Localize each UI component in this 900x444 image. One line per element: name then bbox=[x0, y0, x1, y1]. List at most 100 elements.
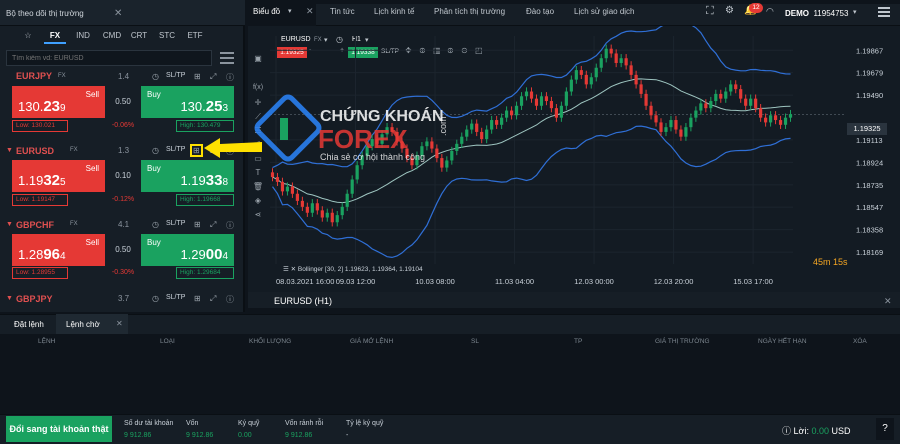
tab-history[interactable]: Lịch sử giao dịch bbox=[574, 7, 635, 16]
candle-body bbox=[649, 105, 653, 116]
clock-icon[interactable]: ◷ bbox=[152, 146, 159, 155]
candle-body bbox=[559, 105, 563, 118]
tab-chart[interactable]: Biểu đồ bbox=[253, 7, 280, 16]
candle-body bbox=[764, 117, 768, 123]
high-value: High: 1.19668 bbox=[176, 194, 234, 206]
tab-stc[interactable]: STC bbox=[156, 28, 178, 44]
add-order-icon[interactable]: ⊞ bbox=[194, 294, 201, 303]
main-menu-icon[interactable] bbox=[878, 7, 890, 17]
candle-body bbox=[460, 136, 464, 144]
spread-value: 0.10 bbox=[115, 171, 131, 180]
watermark-tagline: Chia sẻ cơ hội thành công bbox=[320, 152, 425, 162]
indicator-menu-icon[interactable]: ☰ ✕ bbox=[283, 266, 296, 273]
info-icon[interactable]: ⓘ bbox=[226, 220, 234, 231]
tab-ind[interactable]: IND bbox=[72, 28, 94, 44]
candle-body bbox=[679, 129, 683, 137]
add-order-icon[interactable]: ⊞ bbox=[194, 72, 201, 81]
chart-dropdown-icon[interactable]: ▾ bbox=[288, 7, 292, 15]
tab-news[interactable]: Tin tức bbox=[330, 7, 355, 16]
expand-icon[interactable]: ⤢ bbox=[210, 294, 216, 304]
candle-body bbox=[594, 67, 598, 78]
tab-etf[interactable]: ETF bbox=[184, 28, 206, 44]
symbol-spread: 1.4 bbox=[118, 72, 130, 81]
logo-candle bbox=[280, 118, 288, 140]
column-header[interactable]: TP bbox=[574, 338, 582, 345]
tab-fx[interactable]: FX bbox=[44, 28, 66, 44]
column-header[interactable]: NGÀY HẾT HẠN bbox=[758, 338, 807, 345]
expand-icon[interactable]: ⤢ bbox=[210, 72, 216, 82]
info-icon[interactable]: ⓘ bbox=[226, 294, 234, 305]
balance-label: Số dư tài khoản bbox=[124, 420, 174, 427]
close-icon[interactable]: ✕ bbox=[306, 6, 314, 17]
tab-favorites[interactable]: ☆ bbox=[18, 28, 38, 44]
hamburger-menu-icon[interactable] bbox=[220, 52, 234, 64]
orders-table-header: LỆNH LOẠI KHỐI LƯỢNG GIÁ MỞ LỆNH SL TP G… bbox=[0, 336, 900, 348]
column-header[interactable]: GIÁ THỊ TRƯỜNG bbox=[655, 338, 710, 345]
column-header[interactable]: KHỐI LƯỢNG bbox=[249, 338, 291, 345]
balance-value: 9 912.86 bbox=[124, 432, 152, 439]
tab-cmd[interactable]: CMD bbox=[100, 28, 124, 44]
close-icon[interactable]: ✕ bbox=[884, 296, 892, 307]
close-icon[interactable]: ✕ bbox=[114, 8, 122, 19]
tab-education[interactable]: Đào tạo bbox=[526, 7, 554, 16]
tab-analysis[interactable]: Phân tích thị trường bbox=[434, 7, 505, 16]
chevron-down-icon[interactable]: ▼ bbox=[6, 295, 13, 302]
sltp-link[interactable]: SL/TP bbox=[166, 146, 185, 153]
column-header[interactable]: SL bbox=[471, 338, 479, 345]
clock-icon[interactable]: ◷ bbox=[152, 294, 159, 303]
chevron-down-icon[interactable]: ▼ bbox=[6, 221, 13, 228]
help-button[interactable]: ? bbox=[876, 418, 894, 440]
info-icon[interactable]: ⓘ bbox=[226, 72, 234, 83]
account-indicator[interactable]: DEMO 11954753 bbox=[785, 9, 848, 18]
candle-body bbox=[634, 74, 638, 85]
watermark-line2: FOREX bbox=[318, 124, 408, 154]
buy-button-gbpchf[interactable]: Buy 1.29004 bbox=[141, 234, 234, 266]
add-order-icon[interactable]: ⊞ bbox=[193, 146, 200, 155]
chevron-down-icon[interactable]: ▼ bbox=[6, 147, 13, 154]
candle-body bbox=[310, 203, 314, 213]
clock-icon[interactable]: ◷ bbox=[152, 72, 159, 81]
column-header[interactable]: GIÁ MỞ LỆNH bbox=[350, 338, 393, 345]
sltp-link[interactable]: SL/TP bbox=[166, 220, 185, 227]
column-header[interactable]: LỆNH bbox=[38, 338, 55, 345]
symbol-row-gbpjpy[interactable]: ▼ GBPJPY 3.7 ◷ SL/TP ⊞ ⤢ ⓘ bbox=[0, 292, 245, 306]
add-order-icon[interactable]: ⊞ bbox=[194, 220, 201, 229]
settings-icon[interactable]: ⚙ bbox=[725, 5, 734, 16]
buy-button-eurusd[interactable]: Buy 1.19338 bbox=[141, 160, 234, 192]
symbol-row-eurjpy[interactable]: EURJPY FX 1.4 ◷ SL/TP ⊞ ⤢ ⓘ bbox=[0, 70, 245, 84]
tab-orders[interactable]: Đặt lệnh bbox=[14, 320, 44, 329]
candle-body bbox=[425, 141, 429, 147]
y-tick-label: 1.19490 bbox=[856, 91, 883, 100]
chart-footer bbox=[248, 292, 900, 308]
switch-real-account-button[interactable]: Đổi sang tài khoản thật bbox=[6, 416, 112, 442]
expand-icon[interactable]: ⤢ bbox=[210, 220, 216, 230]
candle-body bbox=[584, 74, 588, 85]
sltp-link[interactable]: SL/TP bbox=[166, 294, 185, 301]
symbol-spread: 1.3 bbox=[118, 146, 130, 155]
low-value: Low: 1.19147 bbox=[12, 194, 68, 206]
account-bar bbox=[0, 414, 900, 444]
tab-calendar[interactable]: Lịch kinh tế bbox=[374, 7, 414, 16]
profit-label: Lời: bbox=[793, 426, 809, 436]
buy-button-eurjpy[interactable]: Buy 130.253 bbox=[141, 86, 234, 118]
sell-button-eurjpy[interactable]: Sell 130.239 bbox=[12, 86, 105, 118]
column-header[interactable]: LOẠI bbox=[160, 338, 175, 345]
clock-icon[interactable]: ◷ bbox=[152, 220, 159, 229]
arrow-annotation bbox=[204, 138, 262, 158]
column-header[interactable]: XÓA bbox=[853, 338, 867, 345]
fullscreen-icon[interactable]: ⛶ bbox=[706, 5, 714, 18]
sltp-link[interactable]: SL/TP bbox=[166, 72, 185, 79]
sell-price: 130.239 bbox=[18, 98, 66, 115]
current-price-label: 1.19325 bbox=[847, 123, 887, 135]
sell-button-eurusd[interactable]: Sell 1.19325 bbox=[12, 160, 105, 192]
close-icon[interactable]: ✕ bbox=[116, 319, 123, 328]
symbol-row-gbpchf[interactable]: ▼ GBPCHF FX 4.1 ◷ SL/TP ⊞ ⤢ ⓘ bbox=[0, 218, 245, 232]
equity-value: 9 912.86 bbox=[186, 432, 214, 439]
candle-body bbox=[300, 200, 304, 207]
free-margin-label: Vốn rảnh rỗi bbox=[285, 420, 324, 427]
tab-pending[interactable]: Lệnh chờ bbox=[66, 320, 100, 329]
tab-crt[interactable]: CRT bbox=[128, 28, 150, 44]
chevron-down-icon[interactable]: ▾ bbox=[853, 8, 857, 16]
search-input[interactable] bbox=[6, 50, 212, 66]
sell-button-gbpchf[interactable]: Sell 1.28964 bbox=[12, 234, 105, 266]
